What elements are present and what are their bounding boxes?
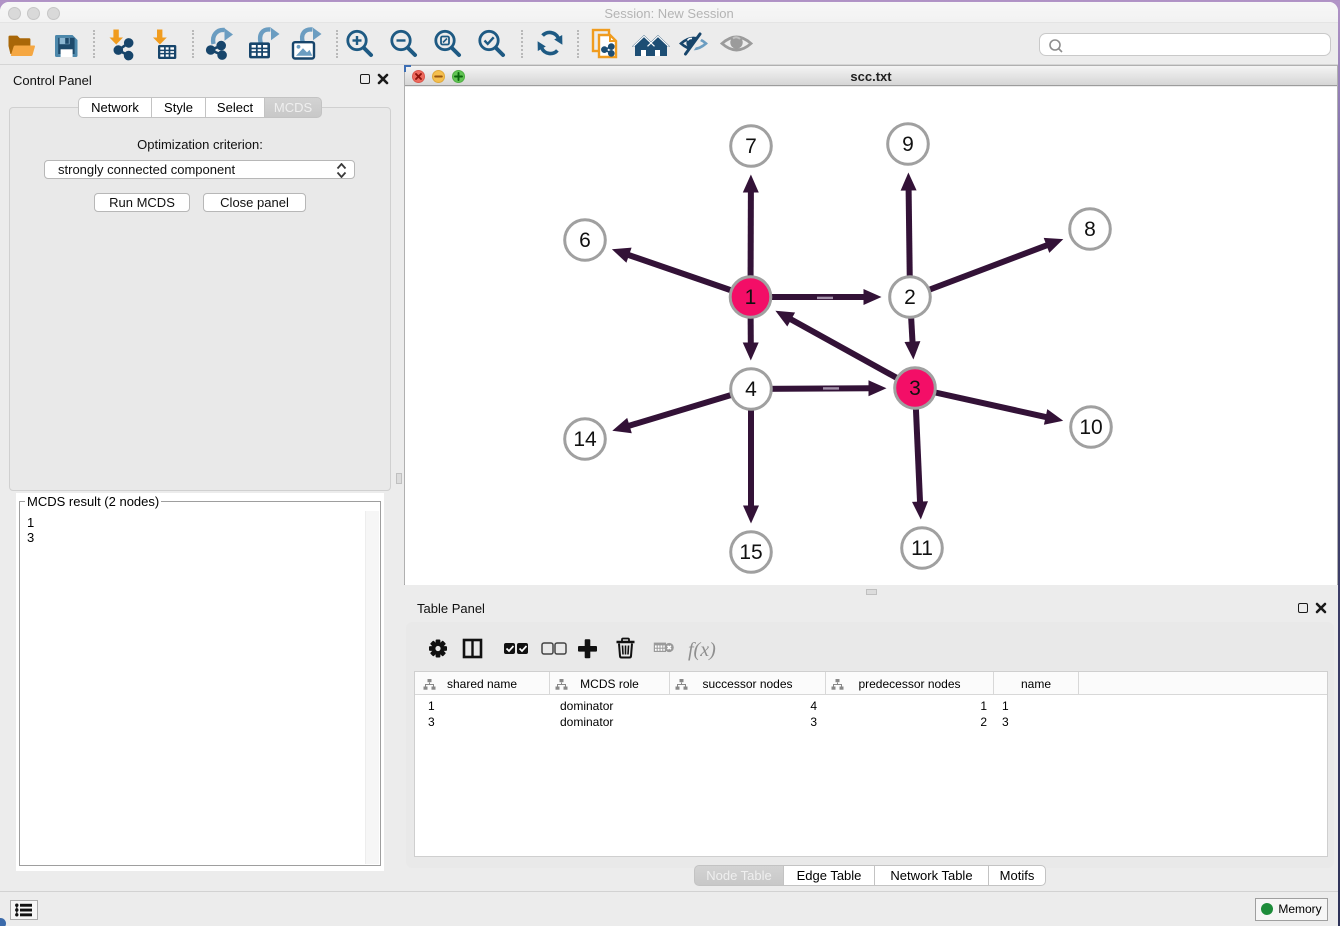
svg-text:3: 3 (909, 377, 921, 400)
svg-text:6: 6 (579, 229, 591, 252)
svg-text:14: 14 (573, 428, 597, 451)
svg-text:8: 8 (1084, 218, 1096, 241)
svg-text:11: 11 (911, 537, 933, 560)
svg-text:9: 9 (902, 133, 914, 156)
svg-text:1: 1 (745, 286, 757, 309)
svg-text:7: 7 (745, 135, 757, 158)
svg-text:f(x): f(x) (688, 639, 716, 661)
svg-text:4: 4 (745, 378, 757, 401)
svg-text:10: 10 (1079, 416, 1102, 439)
svg-text:15: 15 (739, 541, 762, 564)
svg-text:2: 2 (904, 286, 916, 309)
